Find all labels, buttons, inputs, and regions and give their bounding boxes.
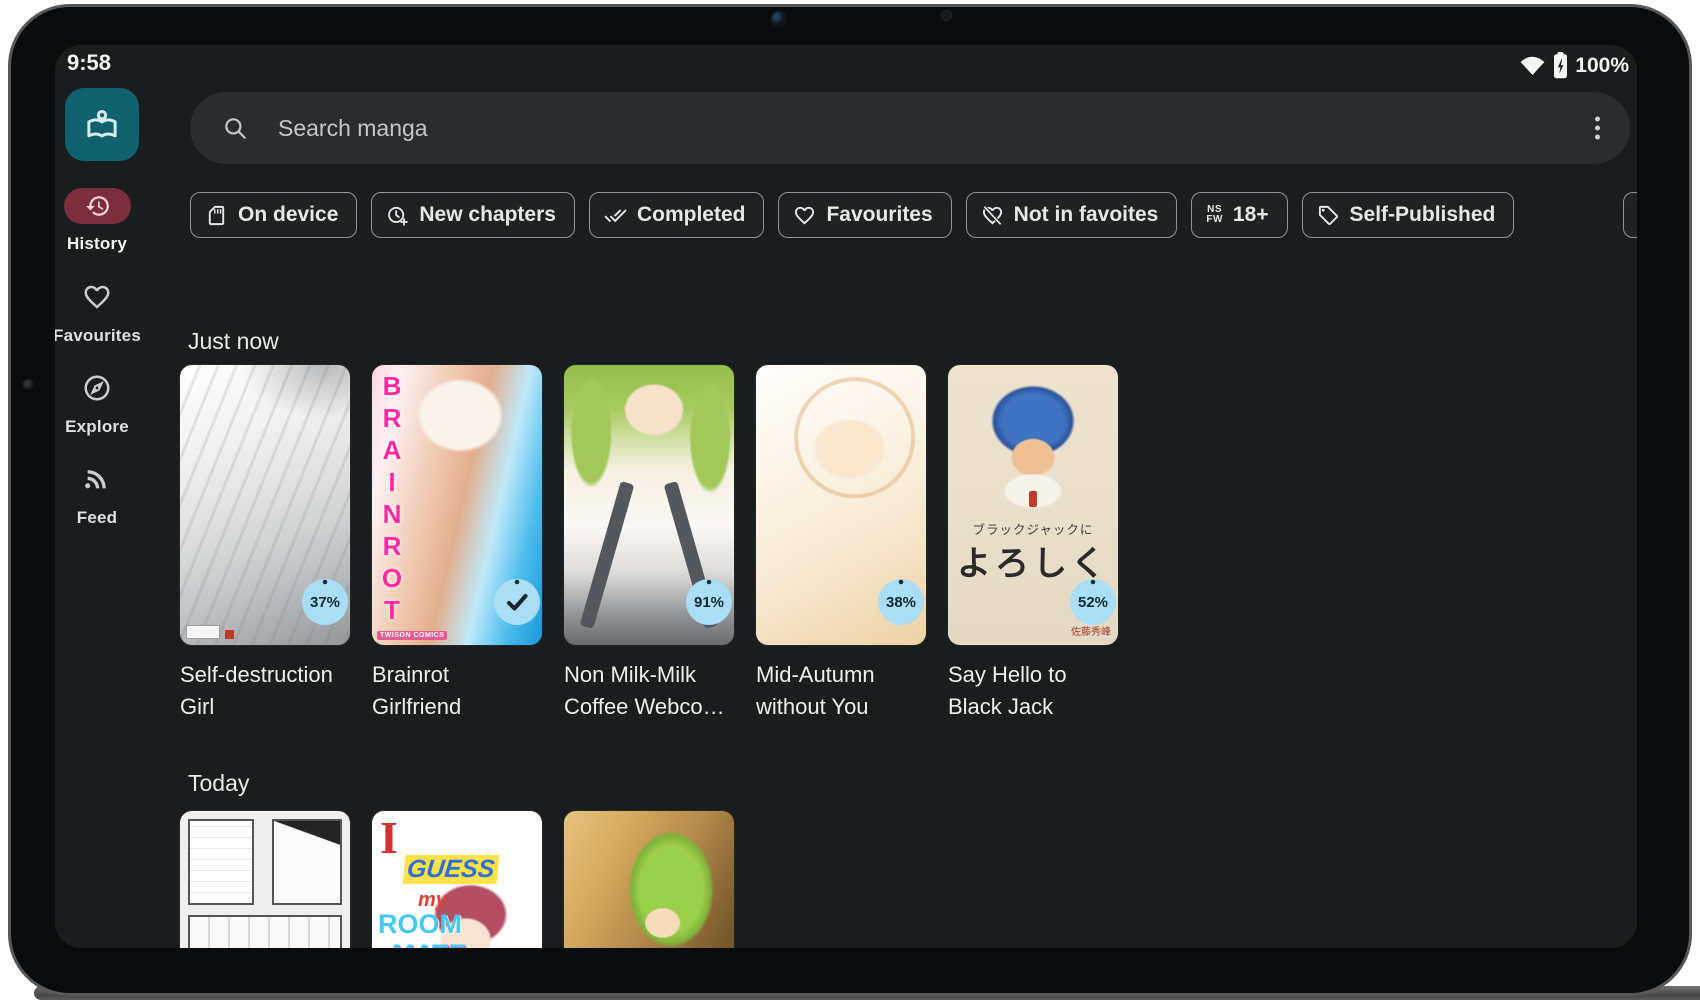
section-header-today: Today (188, 770, 249, 797)
app-screen: 9:58 100% (55, 45, 1637, 948)
reader-book-icon (81, 104, 123, 146)
search-bar[interactable]: Search manga (190, 92, 1630, 164)
chip-completed[interactable]: Completed (589, 192, 765, 238)
manga-cover-art: 38% (756, 365, 926, 645)
section-header-just-now: Just now (188, 328, 279, 355)
cover-publisher-text: TWISON COMICS (377, 631, 447, 640)
manga-cover-art (180, 811, 350, 948)
cover-title-text: BRAINROT (376, 371, 407, 627)
manga-card[interactable]: BRAINROT TWISON COMICS Brainrot Girlfrie… (372, 365, 542, 723)
cover-label-box (186, 625, 220, 639)
search-icon (222, 115, 248, 141)
sidebar-label-explore[interactable]: Explore (65, 417, 129, 437)
cover-author-text: 佐藤秀峰 (1071, 623, 1111, 638)
manga-card[interactable] (564, 811, 734, 948)
heart-icon (82, 282, 112, 312)
manga-cover-art: BRAINROT TWISON COMICS (372, 365, 542, 645)
battery-charging-icon (1553, 52, 1568, 79)
check-icon (494, 579, 540, 625)
cover-red-mark (225, 630, 234, 639)
manga-card[interactable]: I GUESS my ROOM MATE (372, 811, 542, 948)
clock-plus-icon (386, 204, 409, 227)
nav-rail: History Favourites Explore Feed (55, 45, 177, 948)
manga-card[interactable]: 37% Self-destruction Girl (180, 365, 350, 723)
sensor-dot-icon (942, 11, 951, 20)
sidebar-item-feed[interactable] (83, 465, 111, 493)
chip-18-plus[interactable]: NSFW 18+ (1191, 192, 1287, 238)
side-camera-icon (23, 379, 34, 390)
manga-title: Mid-Autumn without You (756, 659, 926, 723)
battery-percent: 100% (1575, 54, 1629, 78)
manga-card[interactable]: 38% Mid-Autumn without You (756, 365, 926, 723)
manga-title: Brainrot Girlfriend (372, 659, 542, 723)
sidebar-item-history[interactable] (64, 188, 131, 224)
heart-off-icon (981, 204, 1004, 227)
sidebar-item-explore[interactable] (82, 373, 112, 403)
tag-icon (1317, 204, 1340, 227)
progress-badge: 37% (302, 579, 348, 625)
progress-badge: 52% (1070, 579, 1116, 625)
chip-favourites[interactable]: Favourites (778, 192, 951, 238)
cover-apron-strap (580, 481, 635, 629)
tablet-frame: 9:58 100% (8, 4, 1692, 996)
cover-comic-panel (272, 819, 342, 905)
app-logo-button[interactable] (65, 88, 139, 161)
compass-icon (82, 373, 112, 403)
sidebar-label-history[interactable]: History (67, 234, 127, 254)
cover-title-text: I (380, 811, 398, 864)
manga-title: Non Milk-Milk Coffee Webco… (564, 659, 734, 723)
chip-self-published[interactable]: Self-Published (1302, 192, 1515, 238)
status-icons: 100% (1519, 52, 1629, 79)
front-camera-icon (772, 12, 785, 25)
chip-new-chapters[interactable]: New chapters (371, 192, 575, 238)
cover-title-text: ROOM (378, 909, 462, 940)
manga-card[interactable] (180, 811, 350, 948)
manga-title: Self-destruction Girl (180, 659, 350, 723)
manga-cover-art: 37% (180, 365, 350, 645)
wifi-icon (1519, 54, 1546, 77)
completed-badge (494, 579, 540, 625)
nsfw-icon: NSFW (1206, 205, 1223, 225)
chip-on-device[interactable]: On device (190, 192, 357, 238)
chip-not-in-favourites[interactable]: Not in favoites (966, 192, 1178, 238)
rss-icon (83, 465, 111, 493)
filter-chip-row: On device New chapters Completed (190, 192, 1637, 240)
double-check-icon (604, 204, 627, 227)
progress-badge: 38% (878, 579, 924, 625)
manga-cover-art: I GUESS my ROOM MATE (372, 811, 542, 948)
manga-cover-art (564, 811, 734, 948)
cover-comic-panel (188, 819, 254, 905)
cover-comic-panel (188, 915, 342, 948)
cover-title-text: GUESS (402, 855, 499, 884)
sd-card-icon (205, 204, 228, 227)
sidebar-item-favourites[interactable] (82, 282, 112, 312)
cover-tie-shape (1029, 491, 1037, 507)
sidebar-label-favourites[interactable]: Favourites (55, 326, 141, 346)
history-icon (85, 193, 111, 219)
history-row-today: I GUESS my ROOM MATE (180, 811, 734, 948)
heart-icon (793, 204, 816, 227)
history-row-just-now: 37% Self-destruction Girl BRAINROT TWISO… (180, 365, 1118, 723)
manga-cover-art: ブラックジャックに よろしく 佐藤秀峰 52% (948, 365, 1118, 645)
cover-title-large-text: よろしく (948, 536, 1118, 585)
manga-cover-art: 91% (564, 365, 734, 645)
cover-title-text: MATE (392, 939, 467, 948)
sidebar-label-feed[interactable]: Feed (77, 508, 117, 528)
overflow-menu-button[interactable] (1587, 109, 1608, 148)
manga-title: Say Hello to Black Jack (948, 659, 1118, 723)
manga-card[interactable]: ブラックジャックに よろしく 佐藤秀峰 52% Say Hello to Bla… (948, 365, 1118, 723)
search-placeholder: Search manga (278, 115, 428, 142)
manga-card[interactable]: 91% Non Milk-Milk Coffee Webco… (564, 365, 734, 723)
chip-partially-visible[interactable] (1623, 192, 1637, 238)
progress-badge: 91% (686, 579, 732, 625)
